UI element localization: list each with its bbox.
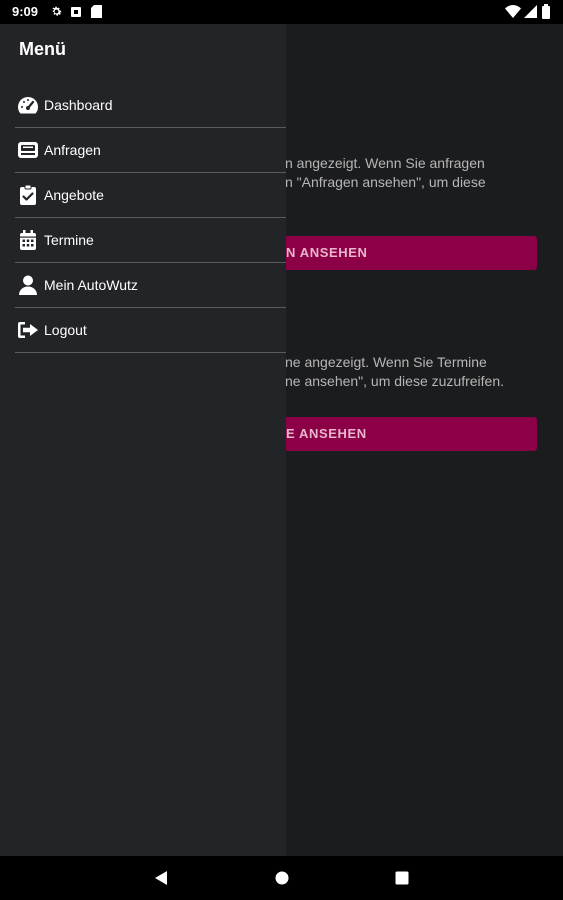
menu-item-label: Dashboard (44, 97, 113, 113)
user-icon (16, 273, 40, 297)
status-bar: 9:09 (0, 0, 563, 24)
section2-text-line2: ne ansehen", um diese zuzufreifen. (285, 373, 504, 389)
calendar-icon (16, 228, 40, 252)
menu-item-label: Anfragen (44, 142, 101, 158)
navigation-drawer: Menü Dashboard Anfragen Angebote Termine… (0, 24, 286, 856)
wifi-icon (505, 5, 521, 23)
view-appointments-button[interactable]: E ANSEHEN (286, 417, 537, 451)
home-icon[interactable] (272, 868, 292, 888)
clipboard-check-icon (16, 183, 40, 207)
section2-text-line1: ne angezeigt. Wenn Sie Termine (285, 354, 487, 370)
back-icon[interactable] (151, 868, 171, 888)
menu-item-logout[interactable]: Logout (15, 308, 286, 353)
recents-icon[interactable] (392, 868, 412, 888)
signal-icon (524, 5, 537, 23)
sim-card-icon (91, 5, 102, 23)
status-time: 9:09 (12, 4, 39, 19)
view-requests-button[interactable]: N ANSEHEN (286, 236, 537, 270)
menu-item-label: Mein AutoWutz (44, 277, 138, 293)
menu-item-dashboard[interactable]: Dashboard (15, 83, 286, 128)
battery-icon (542, 4, 550, 24)
app-screen: n angezeigt. Wenn Sie anfragen n "Anfrag… (0, 24, 563, 856)
inbox-icon (16, 138, 40, 162)
settings-icon (50, 5, 63, 23)
menu-item-termine[interactable]: Termine (15, 218, 286, 263)
menu-item-anfragen[interactable]: Anfragen (15, 128, 286, 173)
menu-item-label: Logout (44, 322, 87, 338)
menu-item-angebote[interactable]: Angebote (15, 173, 286, 218)
section1-text-line1: n angezeigt. Wenn Sie anfragen (285, 155, 485, 171)
dashboard-icon (16, 93, 40, 117)
drawer-title: Menü (19, 39, 66, 59)
menu-item-label: Termine (44, 232, 94, 248)
view-requests-button-label: N ANSEHEN (286, 245, 368, 260)
drawer-menu: Dashboard Anfragen Angebote Termine Mein… (15, 83, 286, 353)
notification-icon (70, 5, 82, 23)
logout-icon (16, 318, 40, 342)
view-appointments-button-label: E ANSEHEN (286, 426, 367, 441)
menu-item-label: Angebote (44, 187, 104, 203)
menu-item-mein-autowutz[interactable]: Mein AutoWutz (15, 263, 286, 308)
section1-text-line2: n "Anfragen ansehen", um diese (285, 174, 486, 190)
system-nav-bar (0, 856, 563, 900)
